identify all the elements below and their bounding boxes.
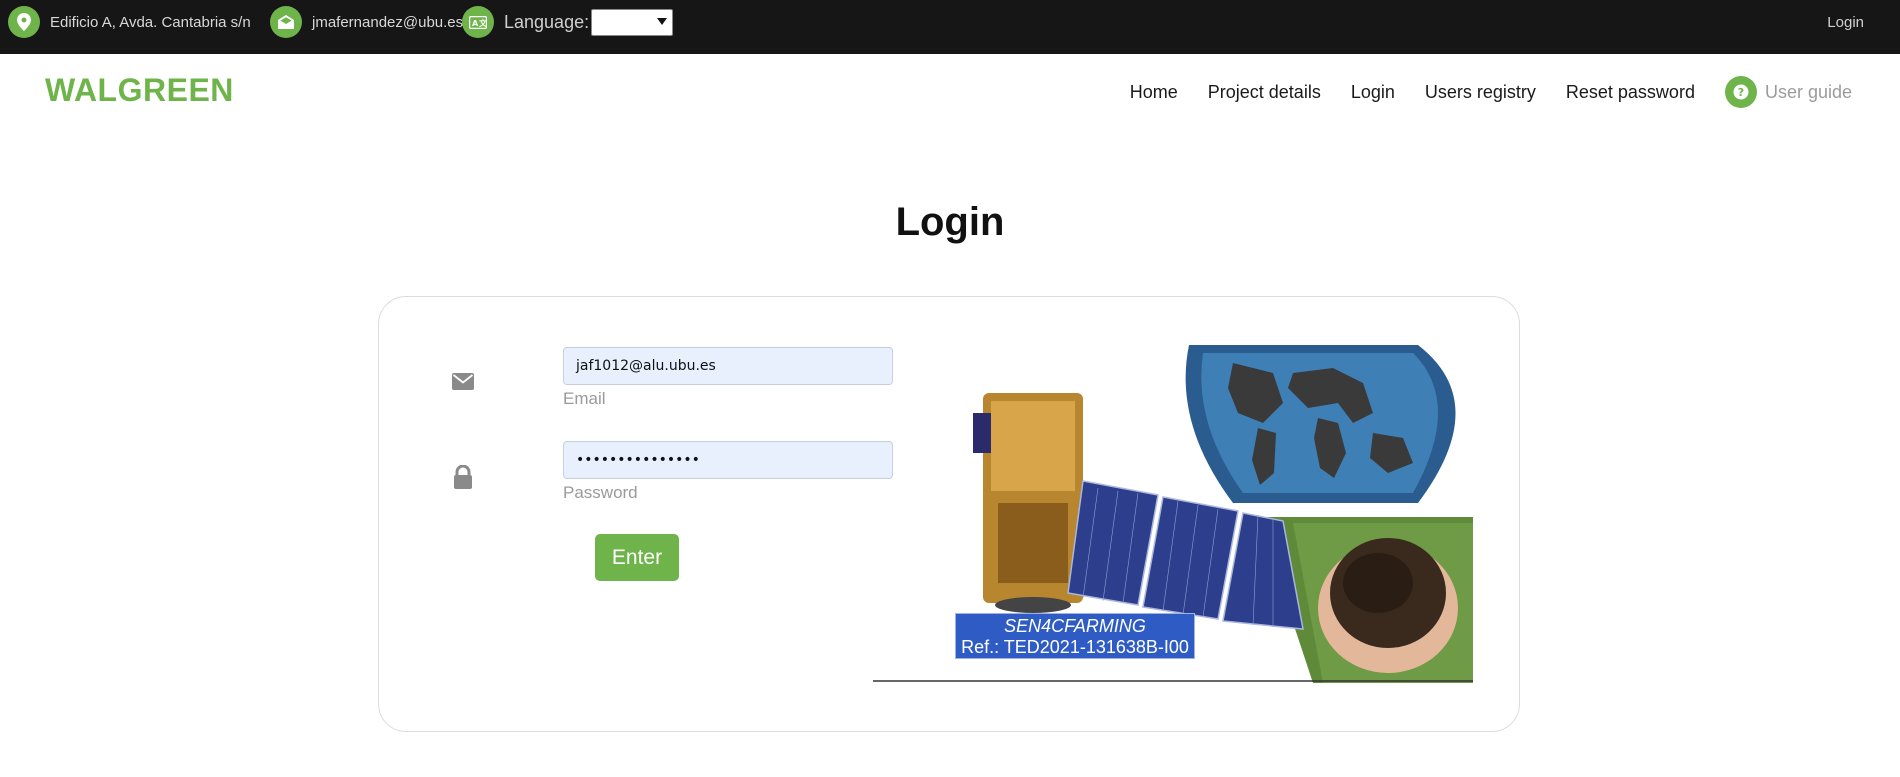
login-card: jaf1012@alu.ubu.es Email •••••••••••••••… [378, 296, 1520, 732]
nav-login[interactable]: Login [1351, 82, 1395, 103]
nav-home[interactable]: Home [1130, 82, 1178, 103]
password-input-value: ••••••••••••••• [576, 452, 700, 468]
svg-text:A: A [472, 19, 479, 28]
help-icon: ? [1724, 76, 1757, 108]
email-label: Email [563, 389, 606, 408]
nav-user-guide[interactable]: ? User guide [1724, 76, 1852, 108]
nav-users-registry[interactable]: Users registry [1425, 82, 1536, 103]
project-illustration: SEN4CFARMING Ref.: TED2021-131638B-I00 [873, 343, 1473, 683]
project-name: SEN4CFARMING [1004, 616, 1146, 636]
enter-button[interactable]: Enter [595, 534, 679, 581]
location-pin-icon [8, 6, 40, 38]
user-guide-label: User guide [1764, 81, 1852, 102]
project-reference-box: SEN4CFARMING Ref.: TED2021-131638B-I00 [955, 613, 1195, 659]
project-reference: Ref.: TED2021-131638B-I00 [961, 637, 1189, 657]
translate-icon: A文 [462, 6, 494, 38]
contact-email[interactable]: jmafernandez@ubu.es [312, 14, 463, 31]
nav-project-details[interactable]: Project details [1208, 82, 1321, 103]
svg-text:?: ? [1738, 86, 1744, 99]
svg-text:文: 文 [479, 18, 487, 28]
top-bar: Edificio A, Avda. Cantabria s/n jmaferna… [0, 0, 1900, 54]
envelope-open-icon [270, 6, 302, 38]
page-title: Login [895, 200, 1005, 244]
email-info: jmafernandez@ubu.es [270, 0, 463, 44]
address-text: Edificio A, Avda. Cantabria s/n [50, 13, 251, 31]
topbar-login-link[interactable]: Login [1827, 0, 1864, 44]
envelope-icon [449, 367, 477, 395]
email-input-value: jaf1012@alu.ubu.es [576, 358, 716, 374]
language-select[interactable] [591, 8, 674, 36]
email-input[interactable]: jaf1012@alu.ubu.es [563, 347, 893, 385]
password-input[interactable]: ••••••••••••••• [563, 441, 893, 479]
chevron-down-icon [657, 17, 668, 25]
language-switcher: A文 Language: [462, 0, 674, 44]
address-info: Edificio A, Avda. Cantabria s/n [8, 0, 251, 44]
nav-reset-password[interactable]: Reset password [1566, 82, 1695, 103]
main-nav: Home Project details Login Users registr… [1100, 74, 1852, 110]
language-label: Language: [504, 11, 590, 32]
password-label: Password [563, 483, 638, 502]
brand-logo[interactable]: WALGREEN [45, 72, 234, 109]
lock-icon [449, 463, 477, 491]
